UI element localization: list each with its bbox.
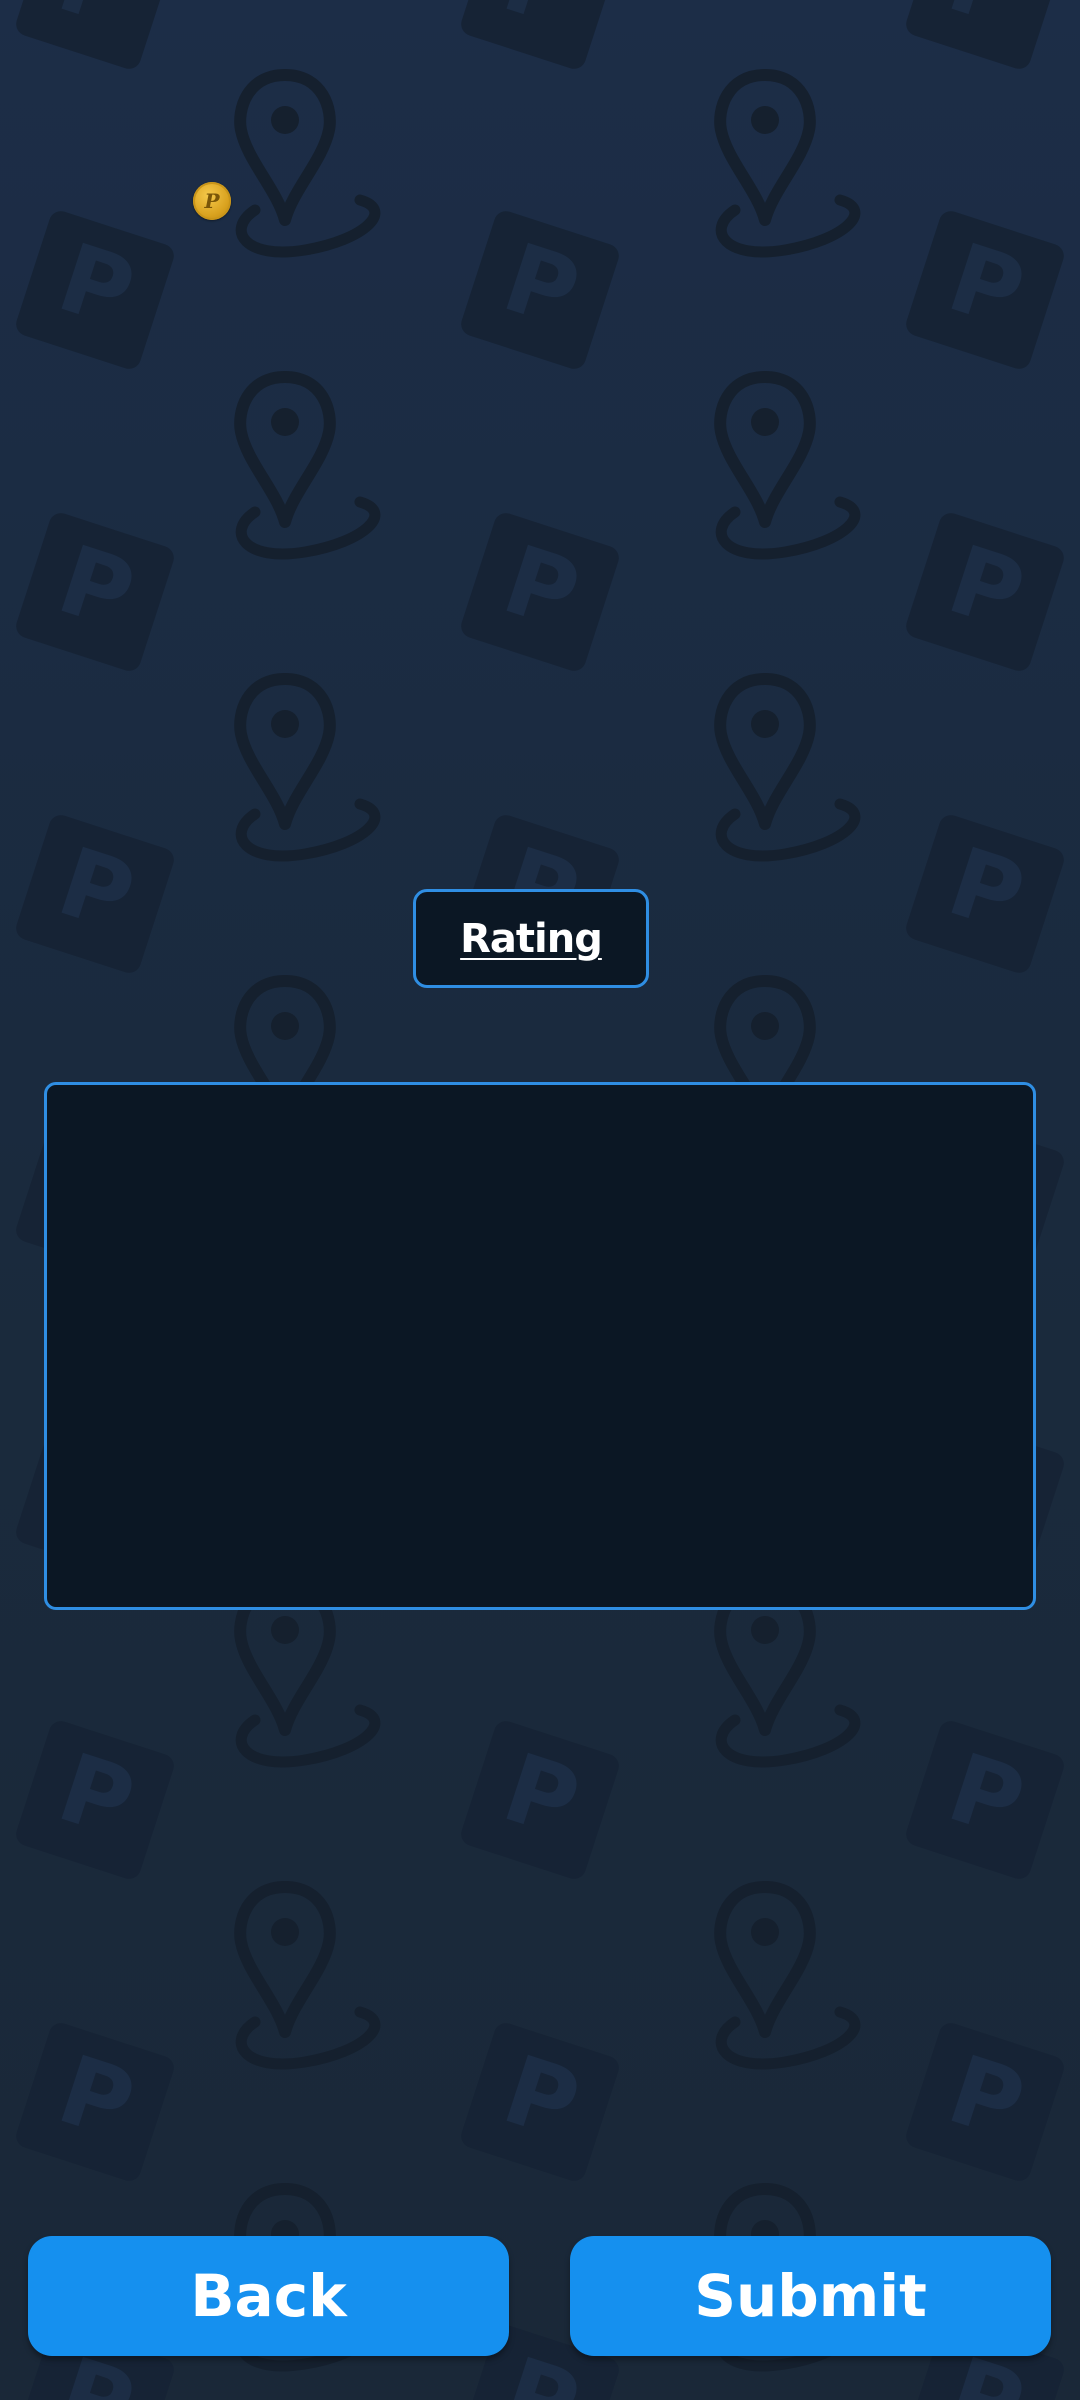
back-button-label: Back [190,2262,347,2330]
submit-button[interactable]: Submit [570,2236,1051,2356]
coin-icon: P [193,182,231,220]
back-button[interactable]: Back [28,2236,509,2356]
rating-title: Rating [413,889,649,988]
rating-title-text: Rating [460,915,603,962]
rating-panel[interactable] [44,1082,1036,1610]
submit-button-label: Submit [694,2262,927,2330]
coin-symbol: P [204,189,220,213]
